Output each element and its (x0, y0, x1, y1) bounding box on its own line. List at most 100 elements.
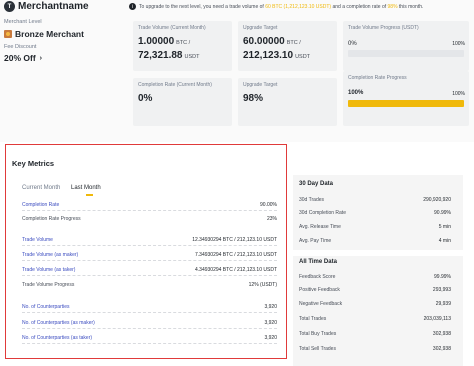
upgrade-volume-card: Upgrade Target 60.00000 BTC / 212,123.10 U… (238, 21, 337, 71)
key-metrics-title: Key Metrics (12, 159, 55, 168)
stats-label: Feedback Score (299, 274, 336, 280)
stats-all-title: All Time Data (299, 259, 337, 265)
trade-volume-usdt: 72,321.88 USDT (138, 50, 199, 61)
progress-max: 100% (452, 91, 465, 97)
stats-value: 29,939 (435, 301, 451, 307)
upgrade-rate-card: Upgrade Target 98% (238, 78, 337, 126)
value: 212,123.10 (243, 50, 294, 61)
stats-label: Total Buy Trades (299, 331, 337, 337)
unit: USDT (184, 54, 200, 60)
card-label: Completion Rate (Current Month) (138, 82, 212, 88)
progress-fill (348, 100, 464, 107)
metric-value: 3,920 (264, 304, 277, 310)
stats-value: 302,938 (432, 346, 451, 352)
tab-current-month[interactable]: Current Month (22, 185, 60, 191)
avatar: T (4, 1, 15, 12)
stats-value: 5 min (438, 224, 451, 230)
trade-volume-card: Trade Volume (Current Month) 1.00000 BTC … (133, 21, 232, 71)
unit: BTC / (286, 40, 301, 46)
stats-label: 30d Trades (299, 197, 325, 203)
merchant-name: Merchantname (18, 1, 89, 12)
stats-label: Positive Feedback (299, 287, 340, 293)
metric-label[interactable]: Trade Volume (as taker) (22, 267, 75, 273)
progress-max: 100% (452, 41, 465, 47)
notice-rate: 98% (387, 3, 398, 10)
metric-value: 12.34930294 BTC / 212,123.10 USDT (192, 237, 277, 243)
info-icon: i (129, 3, 136, 10)
stats-value: 4 min (438, 238, 451, 244)
metric-label[interactable]: No. of Counterparties (as taker) (22, 335, 92, 341)
rate-progress-bar (348, 100, 464, 107)
upgrade-volume-usdt: 212,123.10 USDT (243, 50, 310, 61)
metric-label[interactable]: Trade Volume (22, 237, 53, 243)
divider (22, 312, 277, 313)
card-label: Upgrade Target (243, 82, 278, 88)
metric-value: 12% (USDT) (248, 282, 277, 288)
notice-suffix: this month. (397, 3, 424, 10)
stats-value: 293,993 (432, 287, 451, 293)
metric-label[interactable]: No. of Counterparties (22, 304, 70, 310)
merchant-level-value: Bronze Merchant (15, 29, 84, 39)
key-metrics-panel: Key Metrics Current Month Last Month Com… (5, 144, 287, 359)
divider (22, 260, 277, 261)
rate-progress-card: Completion Rate Progress 100% 100% (343, 71, 469, 126)
stats-label: Avg. Pay Time (299, 238, 332, 244)
stats-value: 302,938 (432, 331, 451, 337)
notice-volume: 60 BTC (1,212,123.10 USDT) (265, 3, 332, 10)
chevron-down-icon[interactable]: › (40, 55, 42, 62)
completion-rate-card: Completion Rate (Current Month) 0% (133, 78, 232, 126)
progress-min: 0% (348, 41, 357, 47)
stats-30d-title: 30 Day Data (299, 181, 334, 187)
active-tab-indicator (86, 194, 93, 196)
fee-discount-label: Fee Discount (4, 44, 37, 50)
fee-discount-value: 20% Off (4, 53, 36, 63)
metric-label[interactable]: Completion Rate (22, 202, 59, 208)
value: 60.00000 (243, 36, 285, 47)
metric-label: Completion Rate Progress (22, 216, 81, 222)
stats-label: Total Trades (299, 316, 327, 322)
metric-label: Trade Volume Progress (22, 282, 75, 288)
metric-label[interactable]: No. of Counterparties (as maker) (22, 320, 95, 326)
card-label: Upgrade Target (243, 25, 278, 31)
stats-label: Total Sell Trades (299, 346, 336, 352)
upgrade-volume-btc: 60.00000 BTC / (243, 36, 301, 47)
card-label: Trade Volume (Current Month) (138, 25, 206, 31)
stats-value: 99.99% (434, 274, 451, 280)
metric-value: 3,920 (264, 320, 277, 326)
trade-volume-btc: 1.00000 BTC / (138, 36, 190, 47)
stats-value: 90.99% (434, 210, 451, 216)
unit: USDT (295, 54, 311, 60)
divider (22, 328, 277, 329)
value: 1.00000 (138, 36, 175, 47)
metric-label[interactable]: Trade Volume (as maker) (22, 252, 78, 258)
divider (22, 210, 277, 211)
bronze-medal-icon (4, 30, 12, 38)
merchant-level: Bronze Merchant (4, 29, 84, 39)
merchant-header: T Merchantname (4, 1, 89, 12)
divider (22, 245, 277, 246)
upgrade-rate-value: 98% (243, 93, 264, 104)
unit: BTC / (176, 40, 191, 46)
progress-value: 100% (348, 90, 364, 96)
fee-discount-selector[interactable]: 20% Off › (4, 53, 42, 63)
section-divider (293, 250, 463, 256)
stats-panel: 30 Day Data 30d Trades 290,920,920 30d C… (293, 175, 463, 366)
merchant-level-label: Merchant Level (4, 19, 42, 25)
metric-value: 3,920 (264, 335, 277, 341)
tab-last-month[interactable]: Last Month (71, 185, 101, 191)
divider (22, 275, 277, 276)
volume-progress-card: Trade Volume Progress (USDT) 0% 100% (343, 21, 469, 71)
stats-label: 30d Completion Rate (299, 210, 346, 216)
completion-rate-value: 0% (138, 93, 153, 104)
notice-prefix: To upgrade to the next level, you need a… (139, 3, 266, 10)
value: 72,321.88 (138, 50, 183, 61)
card-label: Completion Rate Progress (348, 75, 407, 81)
notice-middle: and a completion rate of (331, 3, 388, 10)
metric-value: 7.34930294 BTC / 212,123.10 USDT (195, 252, 277, 258)
stats-value: 203,039,113 (423, 316, 451, 322)
metric-value: 23% (266, 216, 277, 222)
metric-value: 4.34930294 BTC / 212,123.10 USDT (195, 267, 277, 273)
stats-label: Avg. Release Time (299, 224, 341, 230)
stats-label: Negative Feedback (299, 301, 343, 307)
card-label: Trade Volume Progress (USDT) (348, 25, 419, 31)
